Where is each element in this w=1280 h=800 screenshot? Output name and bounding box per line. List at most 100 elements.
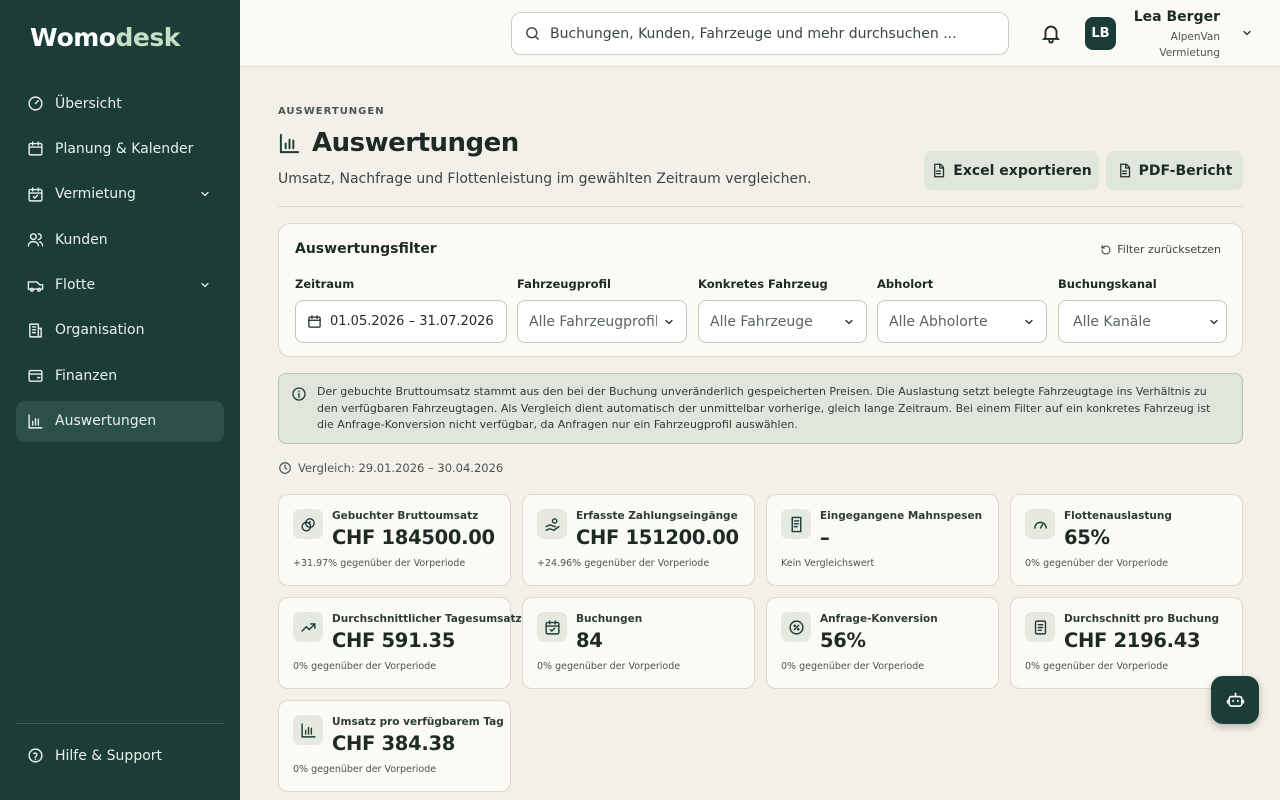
kpi-label: Durchschnitt pro Buchung [1064, 613, 1219, 625]
vehicle-label: Konkretes Fahrzeug [698, 277, 828, 291]
search-input[interactable] [550, 25, 990, 42]
bar-chart-icon [279, 133, 300, 153]
sidebar-item-flotte[interactable]: Flotte [16, 265, 224, 306]
kpi-value: 84 [576, 629, 603, 652]
chevron-down-icon[interactable] [199, 188, 211, 200]
calendar-icon [28, 141, 43, 156]
page-title: Auswertungen [278, 128, 519, 158]
vehicle-select[interactable]: Alle Fahrzeuge [698, 300, 867, 343]
chevron-down-icon [1025, 319, 1033, 325]
page-subtitle: Umsatz, Nachfrage und Flottenleistung im… [278, 171, 812, 187]
spreadsheet-icon [934, 163, 945, 178]
kpi-delta: 0% gegenüber der Vorperiode [1025, 558, 1169, 569]
header-divider [278, 206, 1243, 207]
comparison-period: Vergleich: 29.01.2026 – 30.04.2026 [278, 461, 503, 475]
user-name[interactable]: Lea Berger [1134, 9, 1220, 25]
document-icon [1025, 612, 1055, 642]
app-logo[interactable]: W omo desk [30, 22, 180, 52]
sidebar-item-planung[interactable]: Planung & Kalender [16, 128, 224, 169]
export-excel-label: Excel exportieren [953, 162, 1092, 179]
wallet-icon [28, 370, 43, 383]
chevron-down-icon[interactable] [1241, 27, 1253, 39]
kpi-delta: 0% gegenüber der Vorperiode [293, 661, 437, 672]
kpi-delta: 0% gegenüber der Vorperiode [781, 661, 925, 672]
global-search[interactable] [511, 12, 1009, 55]
sidebar-item-vermietung[interactable]: Vermietung [16, 174, 224, 215]
kpi-delta: +31.97% gegenüber der Vorperiode [293, 558, 466, 569]
sidebar-item-label: Planung & Kalender [55, 140, 194, 157]
chevron-down-icon[interactable] [199, 279, 211, 291]
kpi-card-anfrage-konversion: Anfrage-Konversion 56% 0% gegenüber der … [766, 597, 999, 689]
trending-up-icon [293, 612, 323, 642]
pickup-select[interactable]: Alle Abholorte [877, 300, 1047, 343]
export-excel-button[interactable]: Excel exportieren [924, 151, 1099, 190]
van-icon [27, 280, 44, 292]
reset-filters-button[interactable]: Filter zurücksetzen [1100, 243, 1221, 256]
kpi-card-bruttoumsatz: Gebuchter Bruttoumsatz CHF 184500.00 +31… [278, 494, 511, 586]
sidebar-item-kunden[interactable]: Kunden [16, 219, 224, 260]
calendar-check-icon [28, 187, 43, 202]
period-date-range-input[interactable]: 01.05.2026 – 31.07.2026 [295, 300, 507, 343]
topbar: LB Lea Berger AlpenVan Vermietung [240, 0, 1280, 67]
pdf-report-button[interactable]: PDF-Bericht [1106, 151, 1243, 190]
sidebar-item-finanzen[interactable]: Finanzen [16, 355, 224, 396]
help-label: Hilfe & Support [55, 747, 163, 764]
channel-select[interactable]: Alle Kanäle [1058, 300, 1227, 343]
help-support-link[interactable]: Hilfe & Support [16, 735, 224, 776]
kpi-label: Durchschnittlicher Tagesumsatz [332, 613, 522, 625]
sidebar-item-label: Vermietung [55, 186, 136, 203]
pdf-report-label: PDF-Bericht [1138, 162, 1233, 179]
chevron-down-icon [665, 319, 673, 325]
kpi-label: Erfasste Zahlungseingänge [576, 510, 738, 522]
kpi-label: Gebuchter Bruttoumsatz [332, 510, 479, 522]
reset-filters-label: Filter zurücksetzen [1117, 243, 1221, 256]
sidebar-item-uebersicht[interactable]: Übersicht [16, 83, 224, 124]
period-label: Zeitraum [295, 277, 355, 291]
calendar-icon [308, 315, 321, 328]
sidebar-divider [16, 723, 224, 724]
document-icon [1119, 163, 1130, 178]
calendar-check-icon [537, 612, 567, 642]
reset-icon [1101, 244, 1111, 255]
kpi-delta: Kein Vergleichswert [781, 558, 875, 569]
kpi-value: 65% [1064, 526, 1110, 549]
building-icon [29, 323, 42, 338]
hand-coins-icon [537, 509, 567, 539]
avatar[interactable]: LB [1085, 17, 1116, 50]
user-organization: AlpenVan Vermietung [1159, 31, 1220, 59]
info-text: Der gebuchte Bruttoumsatz stammt aus den… [317, 385, 1211, 431]
kpi-label: Eingegangene Mahnspesen [820, 510, 983, 522]
kpi-card-zahlungseingaenge: Erfasste Zahlungseingänge CHF 151200.00 … [522, 494, 755, 586]
kpi-delta: +24.96% gegenüber der Vorperiode [537, 558, 710, 569]
help-circle-icon [28, 748, 43, 763]
coins-icon [293, 509, 323, 539]
sidebar-item-label: Finanzen [55, 367, 118, 384]
pickup-label: Abholort [877, 277, 934, 291]
sidebar-item-organisation[interactable]: Organisation [16, 310, 224, 351]
kpi-delta: 0% gegenüber der Vorperiode [537, 661, 681, 672]
kpi-label: Anfrage-Konversion [820, 613, 938, 625]
sidebar-help: Hilfe & Support [16, 735, 224, 780]
profile-select[interactable]: Alle Fahrzeugprofile [517, 300, 687, 343]
kpi-value: CHF 184500.00 [332, 526, 495, 549]
kpi-value: CHF 384.38 [332, 732, 455, 755]
bell-icon[interactable] [1040, 22, 1062, 44]
vehicle-value: Alle Fahrzeuge [710, 313, 813, 330]
kpi-value: 56% [820, 629, 866, 652]
comparison-period-label: Vergleich: 29.01.2026 – 30.04.2026 [298, 461, 504, 475]
filter-card: Auswertungsfilter Filter zurücksetzen Ze… [278, 223, 1243, 357]
breadcrumb: AUSWERTUNGEN [278, 106, 385, 117]
channel-label: Buchungskanal [1058, 277, 1157, 291]
kpi-card-durchschnitt-buchung: Durchschnitt pro Buchung CHF 2196.43 0% … [1010, 597, 1243, 689]
kpi-card-mahnspesen: Eingegangene Mahnspesen – Kein Vergleich… [766, 494, 999, 586]
bar-chart-icon [293, 715, 323, 745]
sidebar-item-auswertungen[interactable]: Auswertungen [16, 400, 224, 442]
kpi-card-buchungen: Buchungen 84 0% gegenüber der Vorperiode [522, 597, 755, 689]
channel-value: Alle Kanäle [1073, 313, 1151, 330]
bar-chart-icon [28, 414, 43, 429]
sidebar-item-label: Kunden [55, 231, 108, 248]
assistant-button[interactable] [1211, 676, 1259, 724]
users-icon [27, 233, 44, 247]
profile-value: Alle Fahrzeugprofile [529, 313, 657, 330]
receipt-icon [781, 509, 811, 539]
